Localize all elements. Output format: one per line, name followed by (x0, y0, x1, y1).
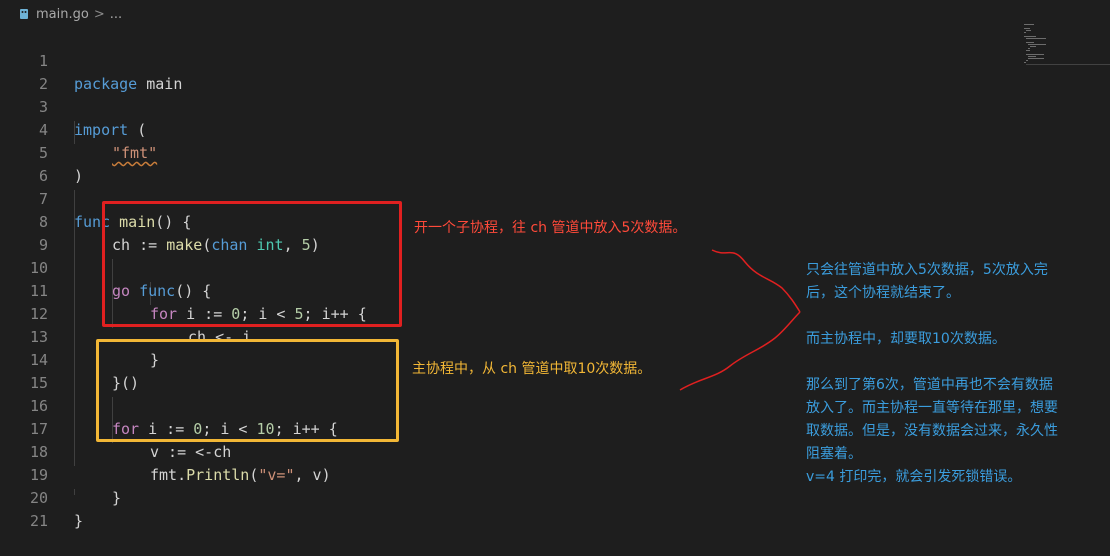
goroutine-note: 开一个子协程，往 ch 管道中放入5次数据。 (414, 220, 687, 236)
explanation-line: 而主协程中，却要取10次数据。 (806, 331, 1006, 347)
red-connector (711, 249, 801, 313)
main-loop-note: 主协程中，从 ch 管道中取10次数据。 (412, 361, 652, 377)
line-number: 21 (29, 512, 48, 530)
code-token: } (74, 512, 84, 530)
explanation-line: v=4 打印完，就会引发死锁错误。 (806, 469, 1022, 485)
explanation-line: 只会往管道中放入5次数据，5次放入完 (806, 262, 1048, 278)
yellow-connector (679, 311, 801, 391)
explanation-line (806, 351, 1058, 374)
explanation-line: 取数据。但是，没有数据会过来，永久性 (806, 423, 1058, 439)
explanation-line: 放入了。而主协程一直等待在那里，想要 (806, 400, 1058, 416)
explanation-line: 阻塞着。 (806, 446, 862, 462)
deadlock-explanation: 只会往管道中放入5次数据，5次放入完 后，这个协程就结束了。 而主协程中，却要取… (806, 259, 1058, 489)
explanation-line (806, 305, 1058, 328)
explanation-line: 那么到了第6次，管道中再也不会有数据 (806, 377, 1053, 393)
explanation-line: 后，这个协程就结束了。 (806, 285, 960, 301)
